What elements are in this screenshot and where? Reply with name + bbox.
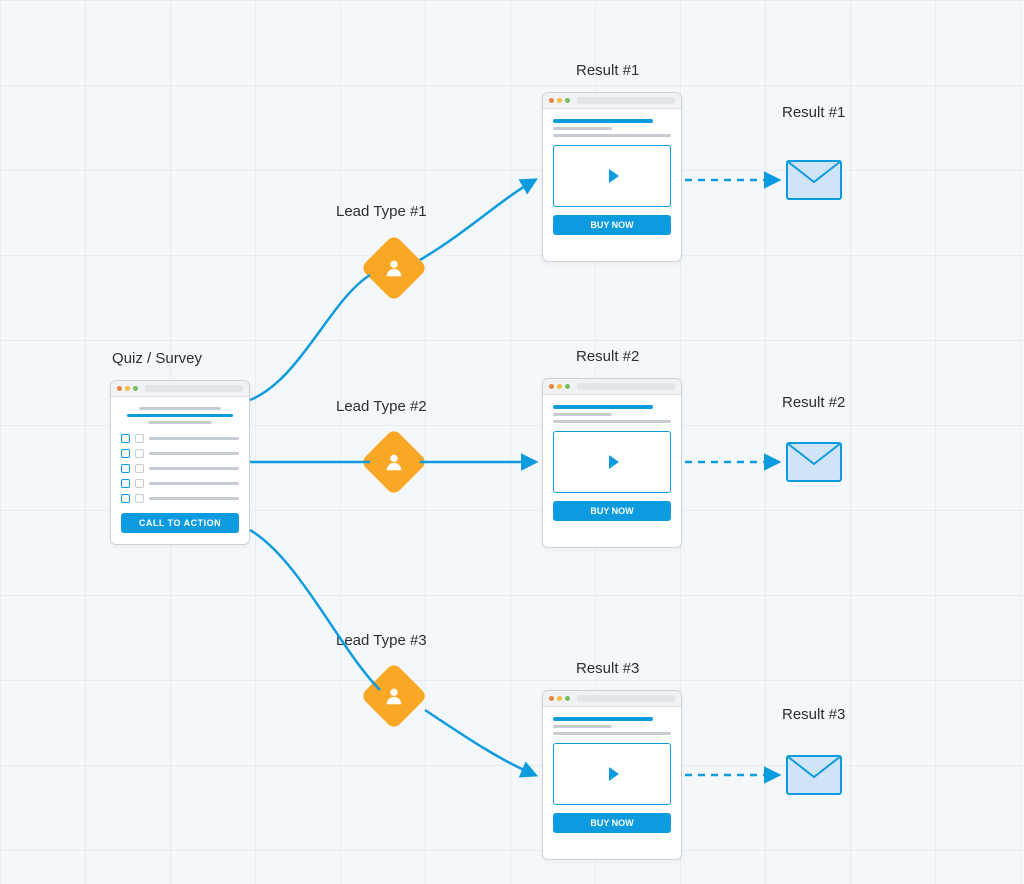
checkbox-icon [121,464,130,473]
email-title-3: Result #3 [782,706,845,723]
envelope-icon [786,160,842,200]
quiz-wireframe: CALL TO ACTION [110,380,250,545]
checkbox-icon [135,479,144,488]
checkbox-icon [135,434,144,443]
envelope-icon [786,442,842,482]
window-dot-red [117,386,122,391]
result-title-2: Result #2 [576,348,639,365]
window-dot-yellow [557,98,562,103]
envelope-icon-1 [786,160,842,200]
browser-header [543,691,681,707]
browser-header [543,379,681,395]
checkbox-icon [121,479,130,488]
buy-button: BUY NOW [553,813,671,833]
heading-line [553,405,653,409]
lead-label-2: Lead Type #2 [336,398,427,415]
quiz-option [121,449,239,458]
cta-button: CALL TO ACTION [121,513,239,533]
window-dot-red [549,696,554,701]
result-title-3: Result #3 [576,660,639,677]
text-line [553,413,612,416]
text-line [149,467,239,470]
text-line [139,407,222,410]
lead-diamond-2 [360,428,428,496]
checkbox-icon [121,434,130,443]
text-line [553,725,612,728]
browser-header [543,93,681,109]
lead-diamond-1 [360,234,428,302]
diagram-canvas: Quiz / Survey CALL TO ACTION Lead Type #… [0,0,1024,884]
lead-label-1: Lead Type #1 [336,203,427,220]
text-line [553,420,671,423]
address-bar [145,385,243,392]
envelope-icon-3 [786,755,842,795]
text-line [149,437,239,440]
buy-button: BUY NOW [553,501,671,521]
quiz-option [121,479,239,488]
window-dot-red [549,98,554,103]
window-dot-yellow [557,696,562,701]
buy-button: BUY NOW [553,215,671,235]
video-placeholder [553,431,671,493]
text-line [553,134,671,137]
address-bar [577,97,675,104]
window-dot-yellow [125,386,130,391]
checkbox-icon [135,449,144,458]
quiz-option [121,464,239,473]
envelope-icon-2 [786,442,842,482]
result-wireframe-2: BUY NOW [542,378,682,548]
quiz-title: Quiz / Survey [112,350,202,367]
email-title-2: Result #2 [782,394,845,411]
address-bar [577,383,675,390]
video-placeholder [553,743,671,805]
text-line-accent [127,414,233,417]
text-line [149,482,239,485]
text-line [553,127,612,130]
result-wireframe-3: BUY NOW [542,690,682,860]
text-line [149,497,239,500]
checkbox-icon [135,494,144,503]
address-bar [577,695,675,702]
result-wireframe-1: BUY NOW [542,92,682,262]
play-icon [609,169,619,183]
browser-header [111,381,249,397]
video-placeholder [553,145,671,207]
checkbox-icon [121,449,130,458]
checkbox-icon [135,464,144,473]
quiz-option [121,494,239,503]
text-line [553,732,671,735]
lead-label-3: Lead Type #3 [336,632,427,649]
play-icon [609,767,619,781]
envelope-icon [786,755,842,795]
user-icon [383,685,405,707]
text-line [148,421,213,424]
text-line [149,452,239,455]
window-dot-green [565,384,570,389]
checkbox-icon [121,494,130,503]
window-dot-green [133,386,138,391]
lead-diamond-3 [360,662,428,730]
result-title-1: Result #1 [576,62,639,79]
play-icon [609,455,619,469]
heading-line [553,119,653,123]
user-icon [383,257,405,279]
window-dot-red [549,384,554,389]
quiz-option [121,434,239,443]
heading-line [553,717,653,721]
window-dot-green [565,98,570,103]
user-icon [383,451,405,473]
email-title-1: Result #1 [782,104,845,121]
window-dot-yellow [557,384,562,389]
window-dot-green [565,696,570,701]
